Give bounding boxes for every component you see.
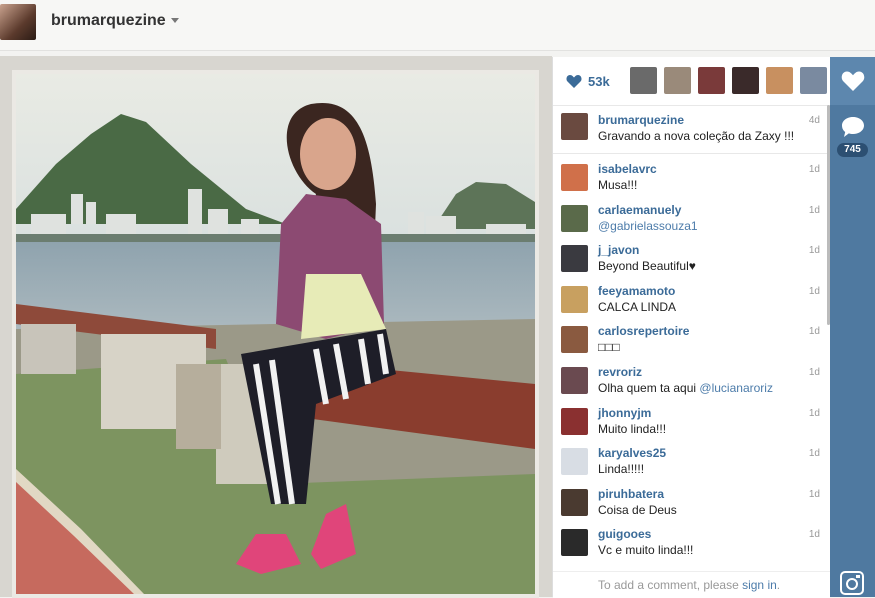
comment-username[interactable]: carlaemanuely <box>598 203 681 217</box>
avatar[interactable] <box>561 529 588 556</box>
comment-row: carlaemanuely @gabrielassouza1 1d <box>553 201 830 241</box>
comment-time: 1d <box>808 489 820 500</box>
comment-text: Linda!!!!! <box>598 462 645 476</box>
liker-avatar[interactable] <box>732 67 759 94</box>
comment-time: 1d <box>808 205 820 216</box>
liker-avatar[interactable] <box>766 67 793 94</box>
post-panel: 53k brumarquezine Gravando a nova coleçã… <box>552 57 830 598</box>
avatar[interactable] <box>561 113 588 140</box>
avatar[interactable] <box>561 367 588 394</box>
comment-time: 1d <box>808 326 820 337</box>
comment-row: feeyamamoto CALCA LINDA 1d <box>553 282 830 322</box>
comment-username[interactable]: isabelavrc <box>598 162 657 176</box>
comment-text: Olha quem ta aqui @lucianaroriz <box>598 381 773 395</box>
comment-row: j_javon Beyond Beautiful♥ 1d <box>553 241 830 281</box>
comment-time: 1d <box>808 164 820 175</box>
chevron-down-icon[interactable] <box>171 18 179 23</box>
comment-mention[interactable]: @gabrielassouza1 <box>598 219 698 233</box>
liker-avatar[interactable] <box>630 67 657 94</box>
comment-username[interactable]: carlosrepertoire <box>598 324 689 338</box>
caption-time: 4d <box>808 115 820 126</box>
comment-text: Muito linda!!! <box>598 422 667 436</box>
comment-username[interactable]: j_javon <box>598 243 639 257</box>
comment-time: 1d <box>808 529 820 540</box>
comment-text: Musa!!! <box>598 178 638 192</box>
comment-count: 745 <box>837 143 868 157</box>
speech-bubble-icon <box>842 117 864 137</box>
avatar[interactable] <box>561 326 588 353</box>
profile-avatar[interactable] <box>0 4 36 40</box>
likes-bar: 53k <box>553 57 830 106</box>
comment-text-prefix: Olha quem ta aqui <box>598 381 700 395</box>
comment-username[interactable]: karyalves25 <box>598 446 666 460</box>
avatar[interactable] <box>561 245 588 272</box>
comment-row: piruhbatera Coisa de Deus 1d <box>553 485 830 525</box>
comment-row: isabelavrc Musa!!! 1d <box>553 160 830 200</box>
comment-text: Vc e muito linda!!! <box>598 543 694 557</box>
add-comment-suffix: . <box>776 578 781 592</box>
comment-time: 1d <box>808 367 820 378</box>
action-sidebar: 745 <box>830 57 875 597</box>
comment-text: CALCA LINDA <box>598 300 677 314</box>
comment-text: □□□ <box>598 340 620 354</box>
comment-button[interactable] <box>830 106 875 168</box>
caption-username[interactable]: brumarquezine <box>598 113 684 127</box>
avatar[interactable] <box>561 489 588 516</box>
sign-in-link[interactable]: sign in <box>742 578 777 592</box>
liker-avatar[interactable] <box>664 67 691 94</box>
comment-username[interactable]: feeyamamoto <box>598 284 675 298</box>
add-comment-prefix: To add a comment, please <box>598 578 743 592</box>
caption-text: Gravando a nova coleção da Zaxy !!! <box>598 129 795 143</box>
heart-icon <box>841 71 865 91</box>
comment-text: Beyond Beautiful♥ <box>598 259 696 273</box>
comment-time: 1d <box>808 408 820 419</box>
avatar[interactable] <box>561 205 588 232</box>
likes-count: 53k <box>588 74 610 89</box>
comment-username[interactable]: jhonnyjm <box>598 406 651 420</box>
post-photo[interactable] <box>16 74 535 594</box>
comment-time: 1d <box>808 448 820 459</box>
comment-mention[interactable]: @lucianaroriz <box>699 381 773 395</box>
like-button[interactable] <box>830 57 875 105</box>
liker-avatar[interactable] <box>800 67 827 94</box>
avatar[interactable] <box>561 286 588 313</box>
comment-row: revroriz Olha quem ta aqui @lucianaroriz… <box>553 363 830 403</box>
comment-row: jhonnyjm Muito linda!!! 1d <box>553 404 830 444</box>
comment-text: Coisa de Deus <box>598 503 677 517</box>
comment-username[interactable]: guigooes <box>598 527 651 541</box>
liker-avatar[interactable] <box>698 67 725 94</box>
avatar[interactable] <box>561 164 588 191</box>
camera-icon[interactable] <box>840 571 864 595</box>
top-bar: brumarquezine <box>0 0 875 51</box>
photo-scene <box>16 74 535 594</box>
avatar[interactable] <box>561 448 588 475</box>
comment-username[interactable]: piruhbatera <box>598 487 664 501</box>
add-comment-prompt: To add a comment, please sign in. <box>553 571 830 598</box>
profile-username[interactable]: brumarquezine <box>51 12 166 30</box>
comment-username[interactable]: revroriz <box>598 365 642 379</box>
comment-time: 1d <box>808 286 820 297</box>
comment-time: 1d <box>808 245 820 256</box>
comment-row: karyalves25 Linda!!!!! 1d <box>553 444 830 484</box>
comment-row: carlosrepertoire □□□ 1d <box>553 322 830 362</box>
comment-row: guigooes Vc e muito linda!!! 1d <box>553 525 830 565</box>
avatar[interactable] <box>561 408 588 435</box>
caption: brumarquezine Gravando a nova coleção da… <box>553 107 830 154</box>
heart-icon[interactable] <box>566 74 582 88</box>
